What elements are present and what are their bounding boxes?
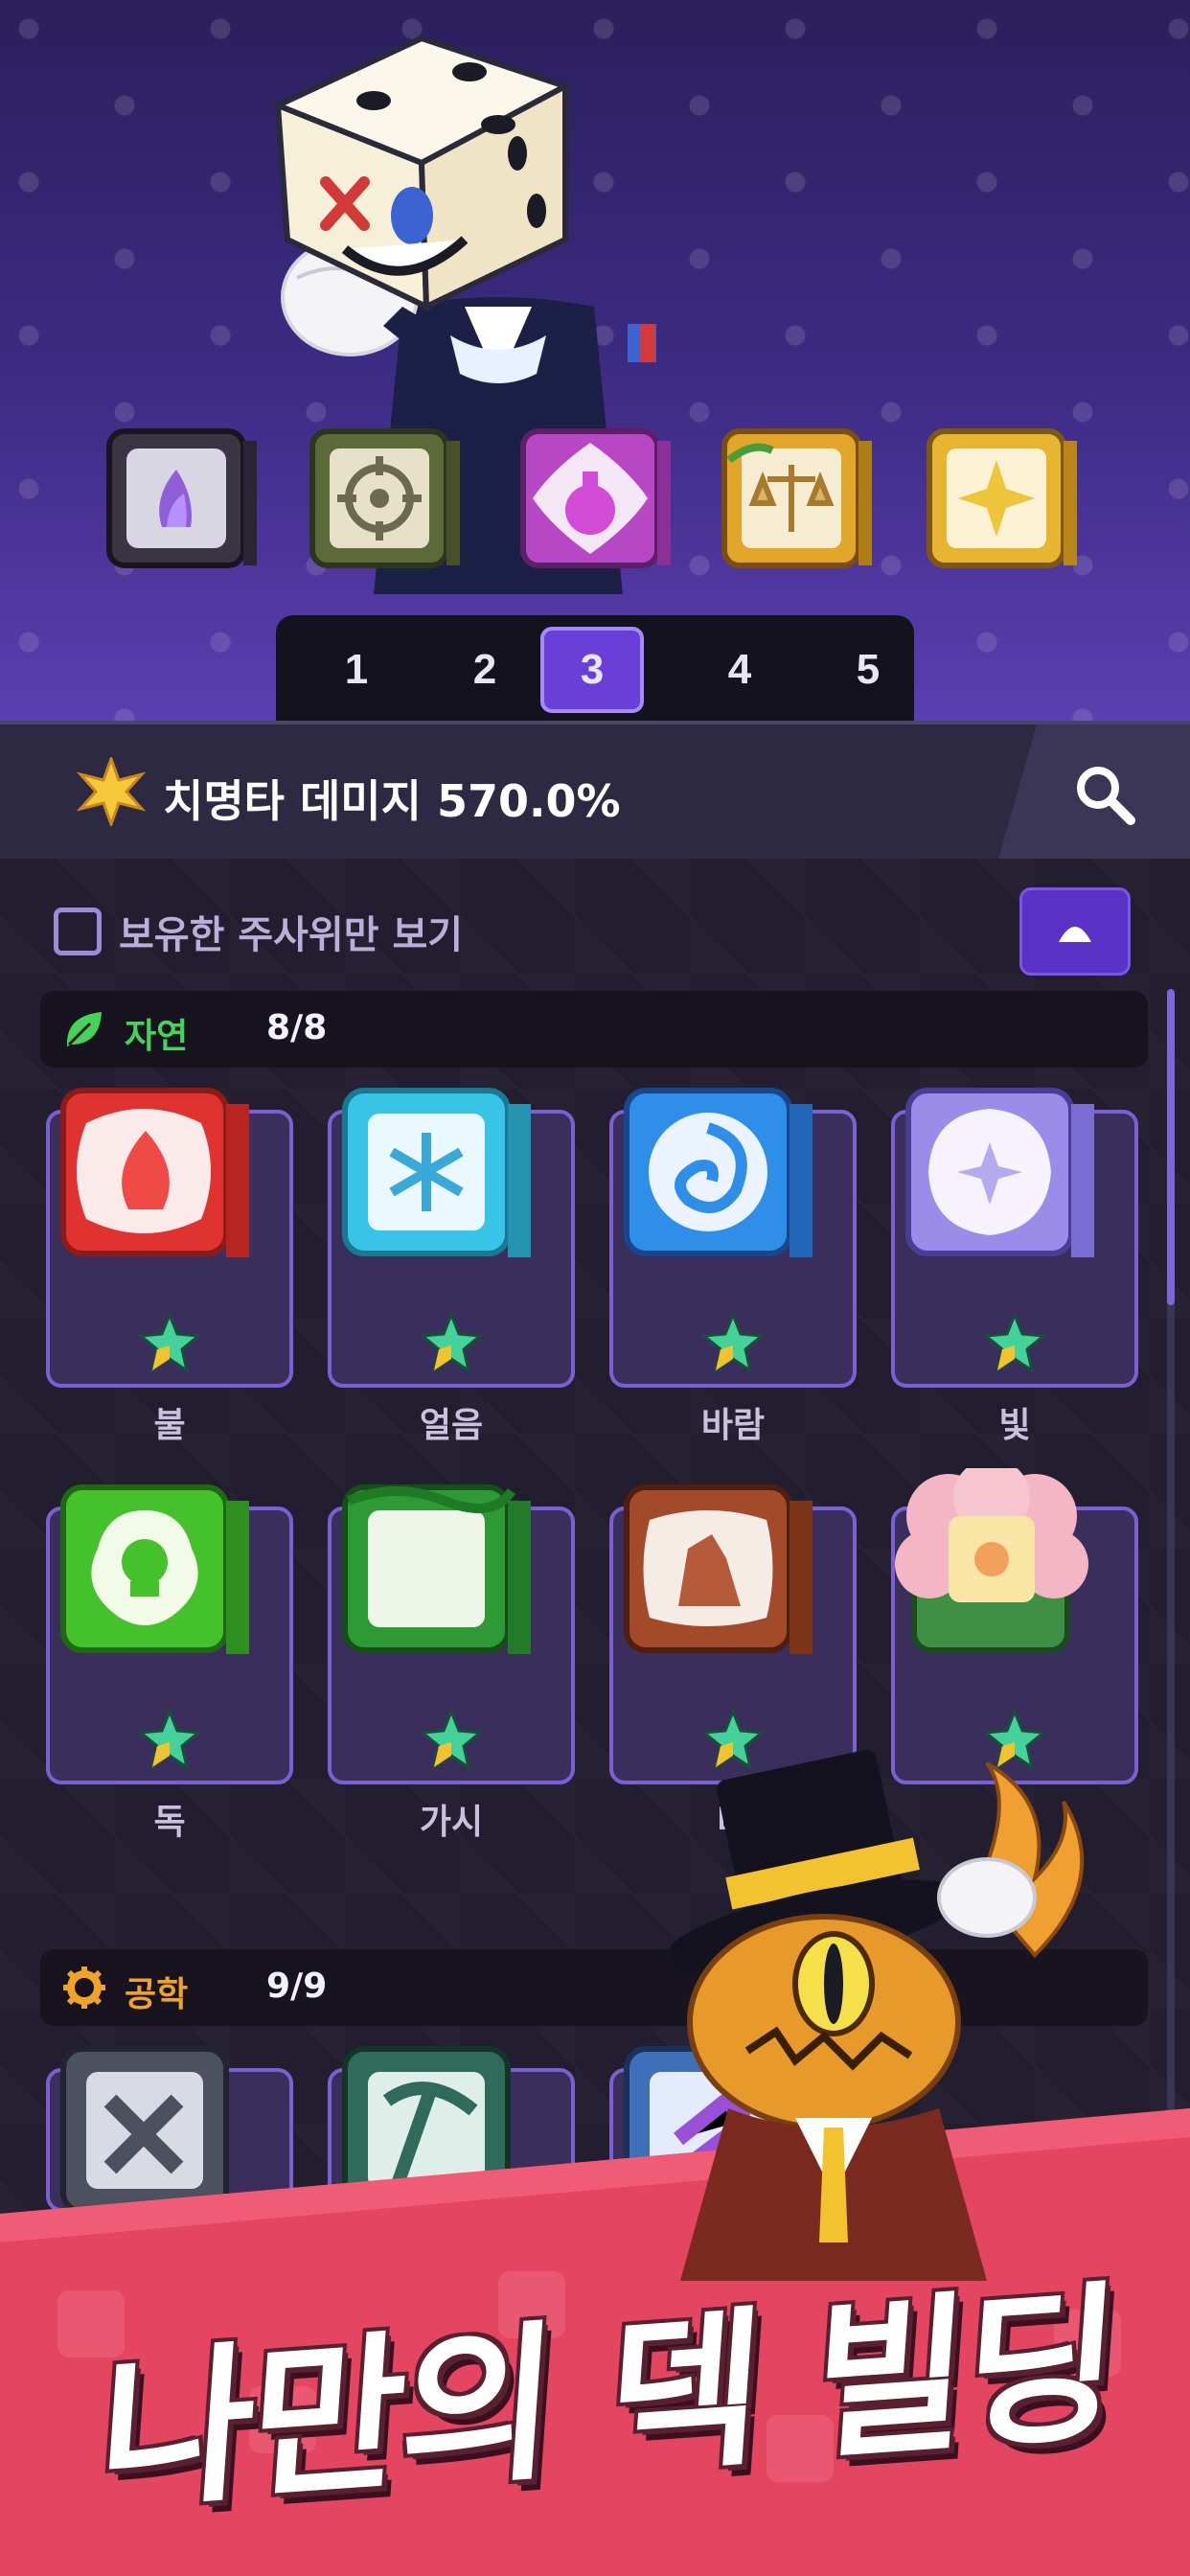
gear-icon — [63, 1966, 105, 2009]
star-rank-icon — [984, 1311, 1045, 1372]
deck-slot-tabs: 1 2 3 4 5 — [276, 615, 914, 721]
die-name-wind: 바람 — [700, 1406, 766, 1445]
section-title-nature: 자연 — [125, 1017, 189, 1056]
fire-die — [60, 1088, 249, 1257]
star-rank-icon — [139, 1708, 200, 1769]
top-hat-villain-illustration — [671, 1749, 1085, 2281]
die-name-thorn: 가시 — [419, 1803, 484, 1842]
star-rank-icon — [139, 1311, 200, 1372]
leaf-icon — [66, 1012, 102, 1046]
section-count-nature: 8/8 — [266, 1008, 328, 1047]
collapse-button[interactable] — [1019, 887, 1131, 976]
star-rank-icon — [421, 1311, 482, 1372]
rock-die — [624, 1484, 812, 1654]
die-name-fire: 불 — [153, 1406, 186, 1445]
star-rank-icon — [702, 1311, 764, 1372]
slot-tab-2[interactable]: 2 — [435, 627, 535, 713]
slot-tab-3[interactable]: 3 — [540, 627, 644, 713]
section-title-engineering: 공학 — [125, 1975, 189, 2014]
flower-die — [895, 1468, 1088, 1653]
star-burst-icon — [77, 757, 146, 826]
owned-only-checkbox[interactable] — [54, 908, 102, 955]
slot-tab-4[interactable]: 4 — [690, 627, 790, 713]
poison-die — [60, 1484, 249, 1654]
wind-die — [624, 1088, 812, 1257]
stat-bar: 치명타 데미지 570.0% — [0, 721, 1190, 862]
deck-die-4[interactable] — [715, 422, 878, 585]
deck-die-3[interactable] — [514, 422, 676, 585]
crit-damage-stat: 치명타 데미지 570.0% — [163, 775, 621, 827]
star-rank-icon — [421, 1708, 482, 1769]
ice-die — [342, 1088, 531, 1257]
deck-die-2[interactable] — [303, 422, 466, 585]
deck-die-5[interactable] — [920, 422, 1083, 585]
owned-only-filter[interactable]: 보유한 주사위만 보기 — [54, 901, 463, 962]
search-icon[interactable] — [1073, 763, 1136, 826]
scrollbar[interactable] — [1167, 989, 1175, 2196]
die-name-light: 빛 — [998, 1406, 1031, 1445]
section-count-engineering: 9/9 — [266, 1966, 328, 2006]
slot-tab-1[interactable]: 1 — [307, 627, 406, 713]
chevron-up-icon — [1059, 927, 1091, 942]
slot-tab-5[interactable]: 5 — [818, 627, 918, 713]
deck-die-1[interactable] — [100, 422, 263, 585]
deck-dice-row — [0, 422, 1190, 594]
owned-only-label: 보유한 주사위만 보기 — [119, 913, 464, 957]
light-die — [905, 1088, 1094, 1257]
die-name-ice: 얼음 — [419, 1406, 484, 1445]
scroll-thumb[interactable] — [1167, 989, 1175, 1305]
section-header-nature[interactable]: 자연 8/8 — [40, 991, 1148, 1068]
die-name-poison: 독 — [153, 1803, 186, 1842]
hero-section: 1 2 3 4 5 — [0, 0, 1190, 721]
thorn-die — [342, 1484, 531, 1654]
